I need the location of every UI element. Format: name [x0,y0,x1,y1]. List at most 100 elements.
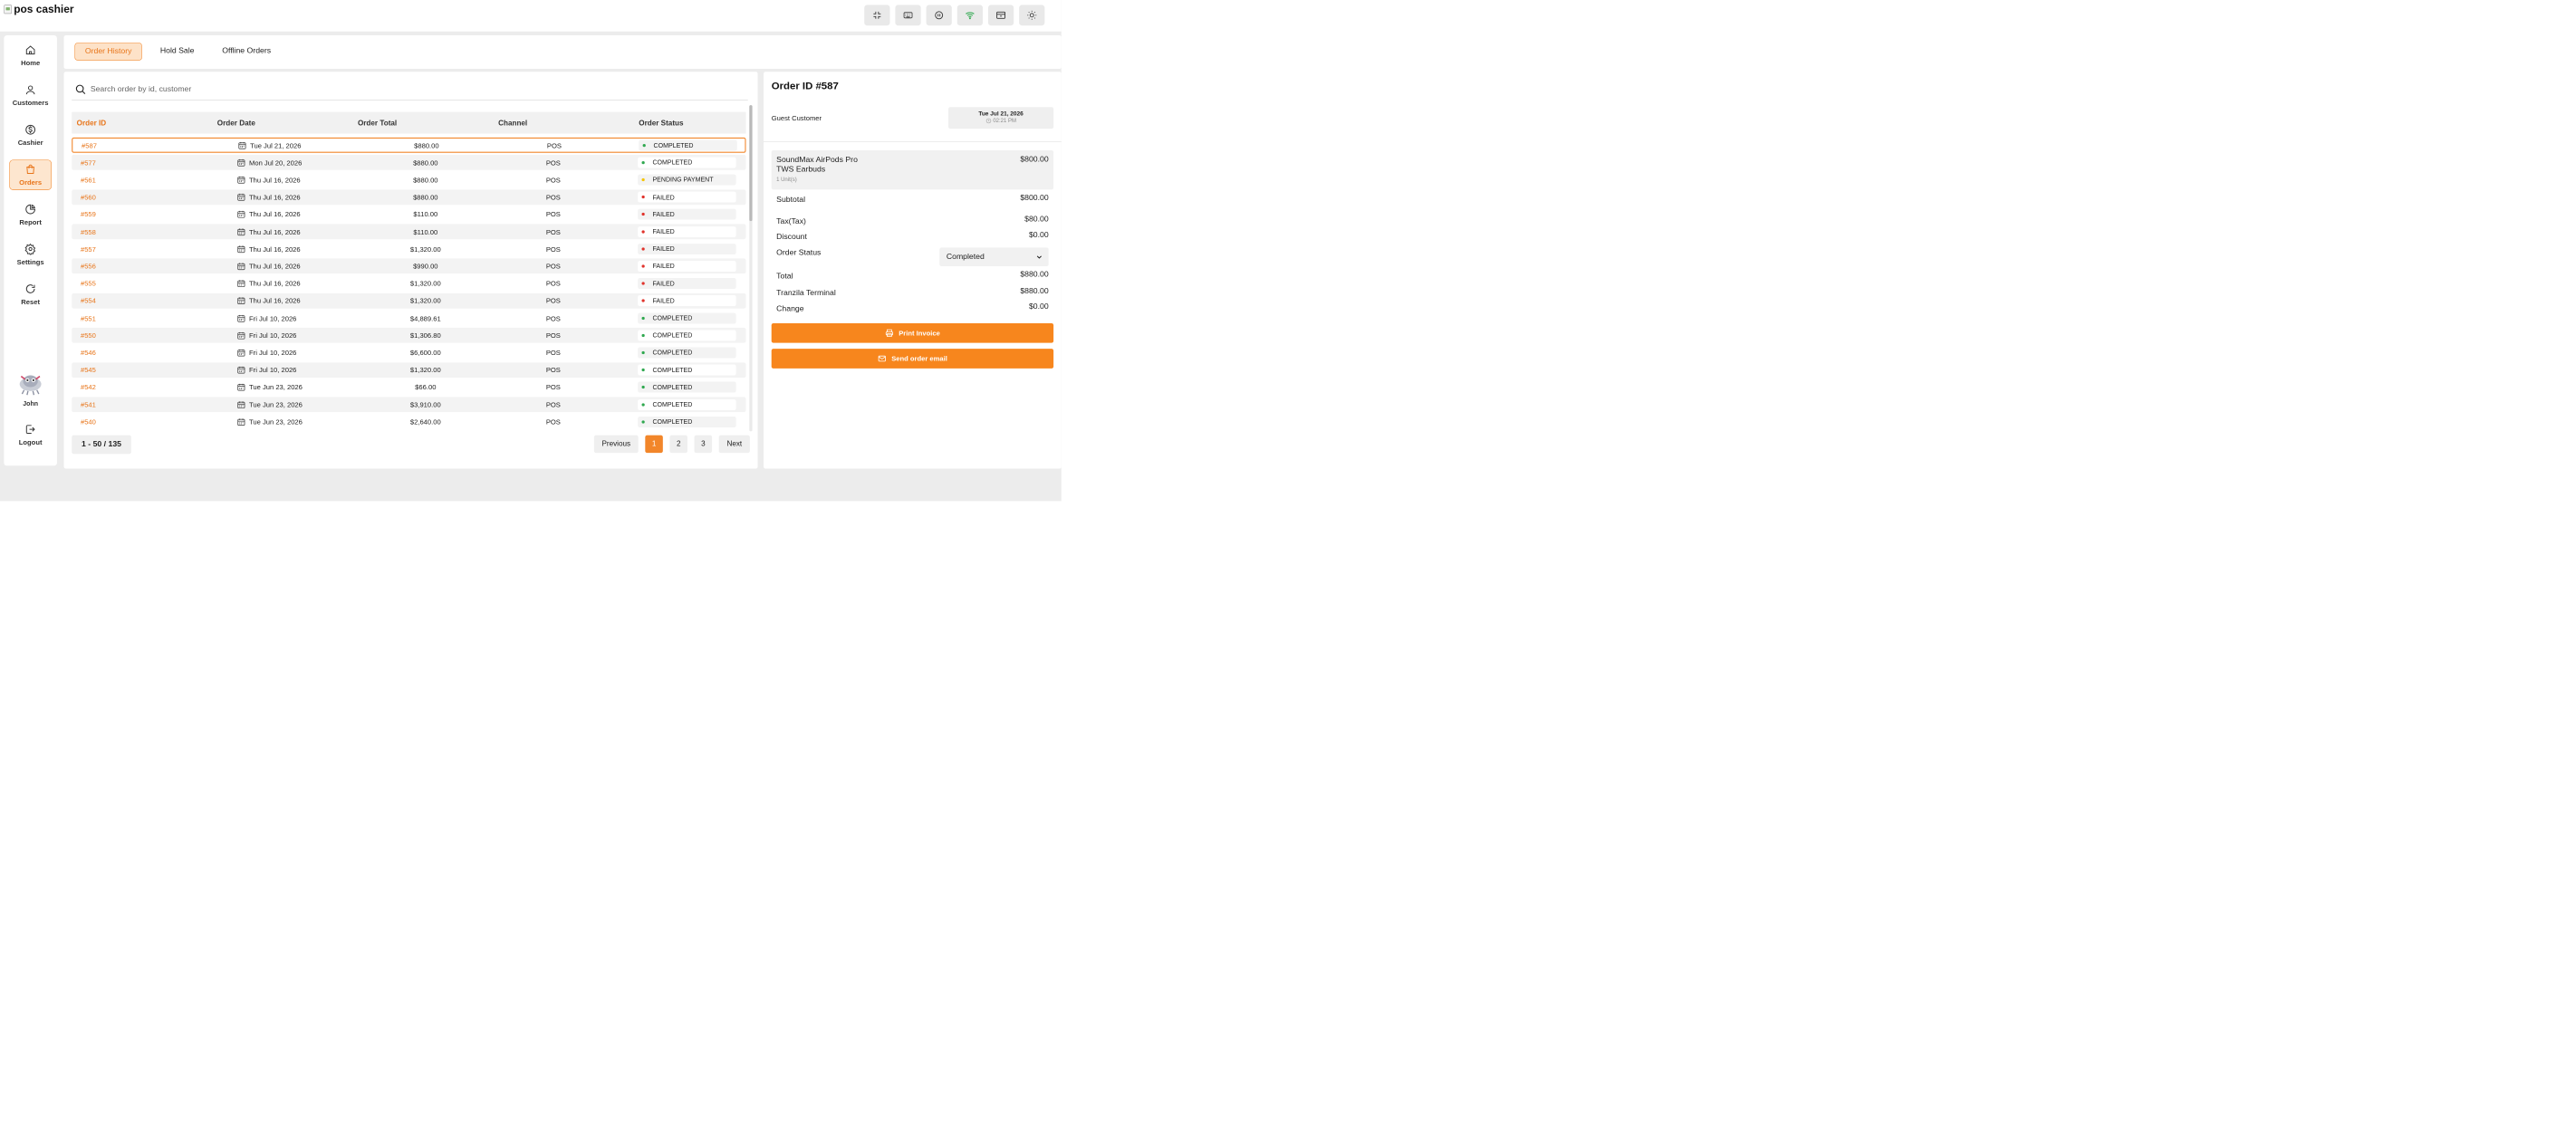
order-total-cell: $110.00 [413,227,438,236]
logout-button[interactable]: Logout [9,419,52,450]
pause-button[interactable] [926,5,952,26]
table-row[interactable]: #555 Thu Jul 16, 2026 $1,320.00 POS FAILED [72,276,745,292]
order-date-cell: Tue Jul 21, 2026 [238,140,317,149]
channel-cell: POS [545,279,561,288]
fullscreen-button[interactable] [864,5,890,26]
order-id-link[interactable]: #556 [81,263,96,271]
order-id-link[interactable]: #587 [82,141,97,149]
channel-cell: POS [545,400,561,409]
table-row[interactable]: #557 Thu Jul 16, 2026 $1,320.00 POS FAILED [72,241,745,256]
order-id-link[interactable]: #559 [81,210,96,218]
print-invoice-button[interactable]: Print Invoice [771,322,1054,343]
column-header-order-total[interactable]: Order Total [358,119,397,127]
order-id-link[interactable]: #541 [81,400,96,408]
table-row[interactable]: #558 Thu Jul 16, 2026 $110.00 POS FAILED [72,224,746,240]
table-row[interactable]: #577 Mon Jul 20, 2026 $880.00 POS COMPLETED [72,154,746,170]
tab-offline-orders[interactable]: Offline Orders [212,43,281,61]
tax-row: Tax(Tax) $80.00 [776,216,1049,226]
order-id-link[interactable]: #550 [81,331,96,340]
column-header-channel[interactable]: Channel [498,119,527,127]
order-id-link[interactable]: #555 [81,280,96,288]
pie-chart-icon [25,204,36,215]
calendar-icon [237,297,245,305]
tab-hold-sale[interactable]: Hold Sale [150,43,204,61]
status-text: FAILED [652,280,675,288]
table-row[interactable]: #556 Thu Jul 16, 2026 $990.00 POS FAILED [72,258,746,274]
order-id-link[interactable]: #542 [81,383,96,391]
order-id-link[interactable]: #554 [81,297,96,305]
page-button-2[interactable]: 2 [669,435,688,454]
status-badge: COMPLETED [638,330,736,341]
table-row[interactable]: #554 Thu Jul 16, 2026 $1,320.00 POS FAILED [72,292,746,309]
user-profile[interactable]: John [9,369,52,414]
table-row[interactable]: #541 Tue Jun 23, 2026 $3,910.00 POS COMPLETE… [72,397,746,413]
order-date-text: Thu Jul 16, 2026 [249,244,301,254]
channel-cell: POS [545,417,561,427]
keyboard-icon [903,12,913,19]
previous-page-button[interactable]: Previous [593,435,639,454]
sidebar-item-customers[interactable]: Customers [9,80,52,110]
sidebar-item-reset[interactable]: Reset [9,279,52,310]
order-id-link[interactable]: #558 [81,227,96,235]
column-header-order-id[interactable]: Order ID [77,119,107,127]
item-quantity: 1 Unit(s) [776,177,797,183]
home-icon [25,45,35,55]
table-row[interactable]: #550 Fri Jul 10, 2026 $1,306.80 POS COMPLETE… [72,327,746,343]
scrollbar[interactable] [749,105,753,432]
table-row[interactable]: #561 Thu Jul 16, 2026 $880.00 POS PENDING PA… [72,172,745,187]
order-date-cell: Thu Jul 16, 2026 [236,279,315,288]
wifi-button[interactable] [956,5,983,26]
print-invoice-label: Print Invoice [899,329,940,338]
column-header-order-status[interactable]: Order Status [639,119,683,127]
table-row[interactable]: #545 Fri Jul 10, 2026 $1,320.00 POS COMPLETE… [72,362,746,378]
table-row[interactable]: #587 Tue Jul 21, 2026 $880.00 POS COMPLETED [72,137,746,153]
order-date-cell: Thu Jul 16, 2026 [236,262,315,271]
order-id-link[interactable]: #545 [81,366,96,374]
channel-cell: POS [545,158,561,167]
calendar-icon [237,383,245,391]
table-row[interactable]: #540 Tue Jun 23, 2026 $2,640.00 POS COMPLETE… [72,414,745,429]
sidebar-item-report[interactable]: Report [9,199,52,230]
cash-drawer-button[interactable] [987,5,1014,26]
theme-toggle-button[interactable] [1019,5,1045,26]
table-row[interactable]: #560 Thu Jul 16, 2026 $880.00 POS FAILED [72,189,746,206]
order-id-link[interactable]: #557 [81,245,96,254]
order-id-link[interactable]: #546 [81,349,96,357]
order-id-link[interactable]: #577 [81,158,96,167]
page-button-1[interactable]: 1 [645,435,663,454]
tab-order-history[interactable]: Order History [74,43,142,61]
status-dot [641,264,645,268]
keyboard-button[interactable] [895,5,921,26]
order-total-cell: $880.00 [414,140,439,149]
sidebar-item-home[interactable]: Home [9,40,52,71]
status-badge: COMPLETED [638,416,736,427]
order-status-select[interactable]: Completed [939,247,1049,267]
order-id-link[interactable]: #540 [81,417,96,426]
sidebar-item-orders[interactable]: Orders [9,159,52,190]
avatar [19,375,42,396]
table-row[interactable]: #546 Fri Jul 10, 2026 $6,600.00 POS COMPLETE… [72,345,745,360]
send-email-button[interactable]: Send order email [771,349,1054,369]
order-id-link[interactable]: #560 [81,193,96,201]
terminal-row: Tranzila Terminal $880.00 [776,287,1049,298]
status-dot [641,213,645,216]
order-id-link[interactable]: #551 [81,314,96,322]
table-row[interactable]: #559 Thu Jul 16, 2026 $110.00 POS FAILED [72,206,745,222]
page-button-3[interactable]: 3 [694,435,713,454]
sidebar-item-label: Home [21,59,41,67]
order-date-text: Tue Jun 23, 2026 [249,383,303,391]
table-row[interactable]: #542 Tue Jun 23, 2026 $66.00 POS COMPLETED [72,379,745,395]
order-total-cell: $2,640.00 [409,417,441,427]
sidebar-item-cashier[interactable]: Cashier [9,120,52,150]
search-input[interactable] [90,84,386,94]
order-id-link[interactable]: #561 [81,176,96,184]
status-dot [641,247,645,251]
sidebar-item-label: Reset [21,297,40,306]
status-text: COMPLETED [652,417,693,426]
sidebar-item-settings[interactable]: Settings [9,239,52,270]
scrollbar-thumb[interactable] [749,105,753,222]
channel-cell: POS [545,313,561,322]
table-row[interactable]: #551 Fri Jul 10, 2026 $4,889.61 POS COMPLETE… [72,311,745,326]
column-header-order-date[interactable]: Order Date [217,119,255,127]
next-page-button[interactable]: Next [718,435,750,454]
